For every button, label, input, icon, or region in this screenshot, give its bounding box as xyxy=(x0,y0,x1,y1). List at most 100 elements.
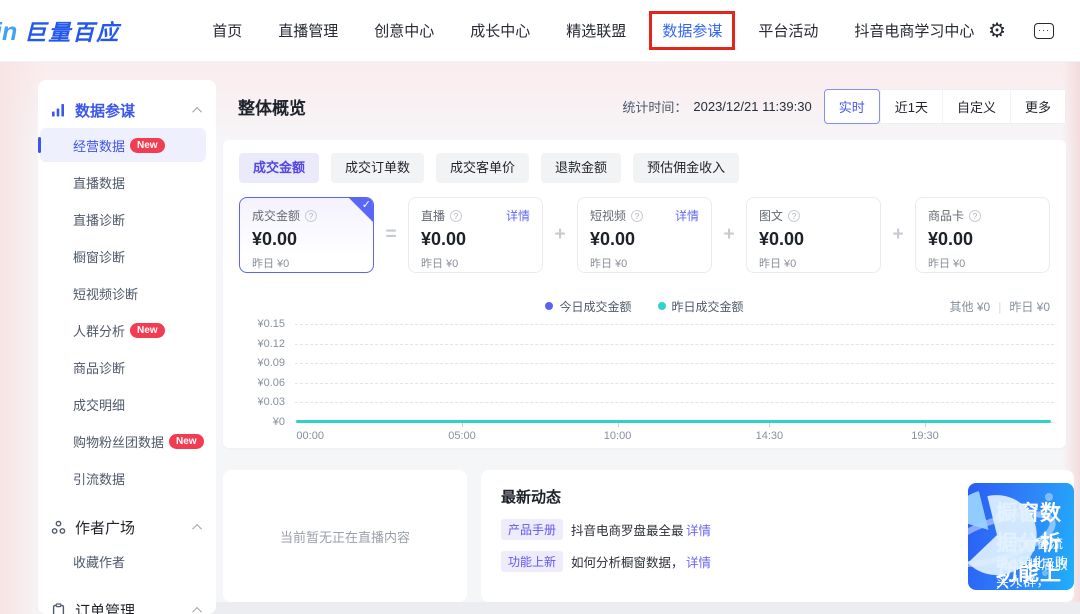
nav-item-live-management[interactable]: 直播管理 xyxy=(278,20,338,41)
gridline xyxy=(295,383,1054,384)
stat-card-sub: 昨日 ¥0 xyxy=(928,255,1037,271)
nav-item-platform-activity[interactable]: 平台活动 xyxy=(758,20,818,41)
sidebar-item-business-data[interactable]: 经营数据 New xyxy=(40,128,206,162)
plus-separator: + xyxy=(712,197,746,273)
sidebar: 数据参谋 经营数据 New 直播数据 直播诊断 橱窗诊断 短视频诊断 人群分析 … xyxy=(38,80,216,614)
sidebar-item-product-diagnosis[interactable]: 商品诊断 xyxy=(38,349,216,386)
sidebar-item-live-data[interactable]: 直播数据 xyxy=(38,164,216,201)
promo-banner[interactable]: 橱窗数据分析功能上线 看清橱窗流量&转化&购买人群， 增加“睡后收入”！ xyxy=(968,483,1074,590)
message-bubble-icon[interactable]: ··· xyxy=(1034,23,1054,39)
bar-chart-icon xyxy=(51,103,66,118)
help-icon[interactable]: ? xyxy=(631,210,643,222)
nav-item-creative-center[interactable]: 创意中心 xyxy=(374,20,434,41)
time-button-realtime[interactable]: 实时 xyxy=(824,89,880,124)
news-item[interactable]: 功能上新 如何分析橱窗数据，... 详情 xyxy=(501,551,711,572)
new-badge: New xyxy=(169,434,204,449)
sidebar-item-live-diagnosis[interactable]: 直播诊断 xyxy=(38,201,216,238)
nav-menu: 首页 直播管理 创意中心 成长中心 精选联盟 数据参谋 平台活动 抖音电商学习中… xyxy=(212,20,974,41)
legend-label: 今日成交金额 xyxy=(559,298,631,315)
tab-gmv[interactable]: 成交金额 xyxy=(239,153,319,183)
gridline xyxy=(295,363,1054,364)
sidebar-item-transaction-details[interactable]: 成交明细 xyxy=(38,386,216,423)
stat-card-sub: 昨日 ¥0 xyxy=(590,255,699,271)
x-tick-label: 10:00 xyxy=(604,430,632,442)
sidebar-item-label: 经营数据 xyxy=(73,136,125,155)
stat-card-value: ¥0.00 xyxy=(421,229,530,250)
detail-link[interactable]: 详情 xyxy=(675,207,699,224)
app-root: in 巨量百应 首页 直播管理 创意中心 成长中心 精选联盟 数据参谋 平台活动… xyxy=(0,0,1080,614)
tab-avg-order-value[interactable]: 成交客单价 xyxy=(436,153,529,183)
news-detail-link[interactable]: 详情 xyxy=(686,552,711,571)
legend-yesterday[interactable]: 昨日成交金额 xyxy=(658,298,744,315)
nav-item-data-advisor[interactable]: 数据参谋 xyxy=(662,23,722,40)
news-detail-link[interactable]: 详情 xyxy=(686,520,711,539)
gridline xyxy=(295,402,1054,403)
nav-icon-group: ⚙ ··· xyxy=(988,21,1080,41)
bottom-row: 当前暂无正在直播内容 最新动态 产品手册 抖音电商罗盘最全最... 详情 功能上… xyxy=(223,470,1070,602)
tab-order-count[interactable]: 成交订单数 xyxy=(331,153,424,183)
stat-card-live[interactable]: 直播 ? 详情 ¥0.00 昨日 ¥0 xyxy=(408,197,543,273)
sidebar-section-author-square[interactable]: 作者广场 xyxy=(38,511,216,543)
y-tick: ¥0.15 xyxy=(239,318,285,330)
stat-time-label: 统计时间： xyxy=(622,97,687,116)
y-tick: ¥0.09 xyxy=(239,357,285,369)
sidebar-item-short-video-diagnosis[interactable]: 短视频诊断 xyxy=(38,275,216,312)
nav-item-learning-center[interactable]: 抖音电商学习中心 xyxy=(854,20,974,41)
stat-card-gmv[interactable]: 成交金额 ? ¥0.00 昨日 ¥0 xyxy=(239,197,374,273)
live-empty-text: 当前暂无正在直播内容 xyxy=(280,527,410,546)
time-button-more[interactable]: 更多 xyxy=(1010,90,1065,123)
news-item[interactable]: 产品手册 抖音电商罗盘最全最... 详情 xyxy=(501,519,711,540)
news-tag: 产品手册 xyxy=(501,519,563,540)
sidebar-item-fan-club-data[interactable]: 购物粉丝团数据 New xyxy=(38,423,216,460)
overview-card: 成交金额 成交订单数 成交客单价 退款金额 预估佣金收入 成交金额 ? ¥0.0… xyxy=(223,140,1066,448)
nav-item-home[interactable]: 首页 xyxy=(212,20,242,41)
time-button-last-1-day[interactable]: 近1天 xyxy=(880,90,942,123)
sidebar-section-data-advisor[interactable]: 数据参谋 xyxy=(38,94,216,126)
sidebar-item-showcase-diagnosis[interactable]: 橱窗诊断 xyxy=(38,238,216,275)
x-tick-label: 19:30 xyxy=(911,430,939,442)
sidebar-item-label: 人群分析 xyxy=(73,321,125,340)
sidebar-item-audience-analysis[interactable]: 人群分析 New xyxy=(38,312,216,349)
nav-item-selected-alliance[interactable]: 精选联盟 xyxy=(566,20,626,41)
metric-tabs: 成交金额 成交订单数 成交客单价 退款金额 预估佣金收入 xyxy=(239,153,739,183)
stat-card-sub: 昨日 ¥0 xyxy=(252,255,361,271)
stat-card-title: 直播 xyxy=(421,207,445,224)
sidebar-item-label: 直播数据 xyxy=(73,173,125,192)
news-text: 抖音电商罗盘最全最... xyxy=(571,520,684,539)
sidebar-item-label: 成交明细 xyxy=(73,395,125,414)
other-note-yesterday: 昨日 ¥0 xyxy=(1009,300,1050,314)
tab-estimated-commission[interactable]: 预估佣金收入 xyxy=(633,153,739,183)
sidebar-item-traffic-data[interactable]: 引流数据 xyxy=(38,460,216,497)
settings-gear-icon[interactable]: ⚙ xyxy=(988,21,1006,41)
y-tick: ¥0.03 xyxy=(239,396,285,408)
chevron-up-icon xyxy=(192,523,202,533)
legend-today[interactable]: 今日成交金额 xyxy=(545,298,631,315)
y-tick: ¥0 xyxy=(239,416,285,428)
tab-refund-amount[interactable]: 退款金额 xyxy=(541,153,621,183)
help-icon[interactable]: ? xyxy=(305,210,317,222)
sidebar-item-favorite-authors[interactable]: 收藏作者 xyxy=(38,543,216,580)
time-button-custom[interactable]: 自定义 xyxy=(942,90,1010,123)
x-tick-mark xyxy=(462,423,463,427)
logo-text: 巨量百应 xyxy=(24,15,120,47)
help-icon[interactable]: ? xyxy=(450,210,462,222)
plus-separator: + xyxy=(881,197,915,273)
new-badge: New xyxy=(130,323,165,338)
legend-dot-yesterday xyxy=(658,302,666,310)
plus-separator: + xyxy=(543,197,577,273)
help-icon[interactable]: ? xyxy=(969,210,981,222)
stat-card-image-text[interactable]: 图文 ? ¥0.00 昨日 ¥0 xyxy=(746,197,881,273)
x-tick-label: 14:30 xyxy=(756,430,784,442)
sidebar-item-label: 引流数据 xyxy=(73,469,125,488)
help-icon[interactable]: ? xyxy=(788,210,800,222)
sidebar-section-order-management[interactable]: 订单管理 xyxy=(38,594,216,614)
x-tick-mark xyxy=(769,423,770,427)
top-navbar: in 巨量百应 首页 直播管理 创意中心 成长中心 精选联盟 数据参谋 平台活动… xyxy=(0,0,1080,62)
stat-card-product-card[interactable]: 商品卡 ? ¥0.00 昨日 ¥0 xyxy=(915,197,1050,273)
brand-logo[interactable]: in 巨量百应 xyxy=(2,15,120,47)
stat-card-title: 图文 xyxy=(759,207,783,224)
sidebar-item-label: 橱窗诊断 xyxy=(73,247,125,266)
stat-card-short-video[interactable]: 短视频 ? 详情 ¥0.00 昨日 ¥0 xyxy=(577,197,712,273)
nav-item-growth-center[interactable]: 成长中心 xyxy=(470,20,530,41)
detail-link[interactable]: 详情 xyxy=(506,207,530,224)
